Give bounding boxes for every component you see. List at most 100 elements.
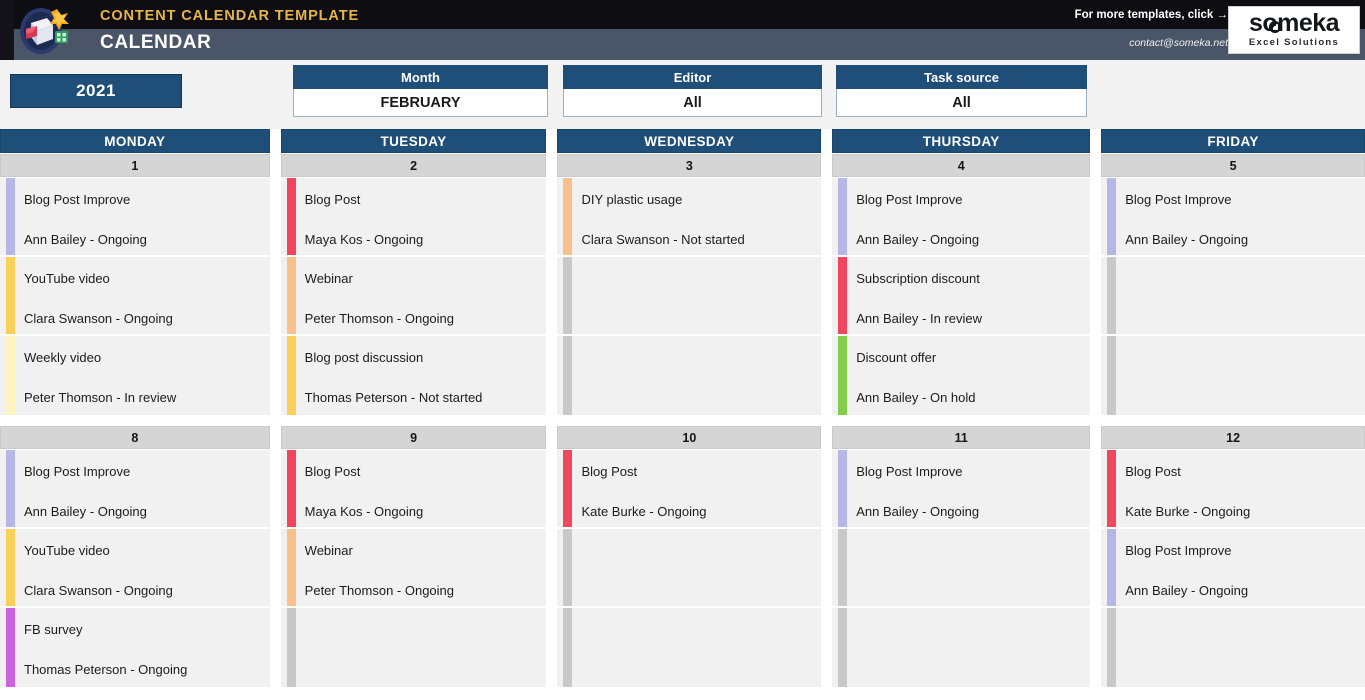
task-slot[interactable]: YouTube video Clara Swanson - Ongoing: [0, 529, 270, 608]
calendar-day-column: 9 Blog Post Maya Kos - Ongoing Webinar Peter…: [280, 425, 547, 687]
day-header-label: WEDNESDAY: [644, 133, 735, 149]
day-number-cell[interactable]: 3: [557, 154, 822, 177]
more-templates-link[interactable]: For more templates, click →: [1075, 9, 1228, 21]
year-selector[interactable]: 2021: [10, 74, 182, 108]
task-owner-status: Kate Burke - Ongoing: [581, 504, 707, 519]
day-task-slots: Blog Post Maya Kos - Ongoing Webinar Peter …: [280, 450, 547, 687]
task-title: FB survey: [24, 622, 83, 637]
task-slot-empty[interactable]: [1101, 257, 1365, 336]
day-number-cell[interactable]: 12: [1101, 426, 1365, 449]
month-filter-dropdown[interactable]: FEBRUARY: [293, 89, 548, 117]
day-number-label: 2: [410, 158, 418, 173]
task-slot[interactable]: YouTube video Clara Swanson - Ongoing: [0, 257, 270, 336]
task-owner-status: Ann Bailey - Ongoing: [24, 504, 147, 519]
day-number-cell[interactable]: 5: [1101, 154, 1365, 177]
day-number-cell[interactable]: 10: [557, 426, 822, 449]
task-slot-empty[interactable]: [832, 529, 1091, 608]
day-header-label: TUESDAY: [380, 133, 447, 149]
task-slot[interactable]: Discount offer Ann Bailey - On hold: [832, 336, 1091, 415]
task-slot-empty[interactable]: [557, 257, 822, 336]
day-task-slots: Blog Post Improve Ann Bailey - Ongoing You…: [0, 178, 270, 415]
someka-logo[interactable]: someka Excel Solutions: [1228, 6, 1360, 54]
task-slot[interactable]: DIY plastic usage Clara Swanson - Not sta…: [557, 178, 822, 257]
task-title: Blog Post: [1125, 464, 1181, 479]
task-color-bar: [563, 178, 573, 255]
task-slot[interactable]: Blog Post Improve Ann Bailey - Ongoing: [1101, 529, 1365, 608]
task-title: Webinar: [304, 543, 353, 558]
task-slot[interactable]: Blog Post Improve Ann Bailey - Ongoing: [1101, 178, 1365, 257]
task-slot-empty[interactable]: [280, 608, 547, 687]
task-slot[interactable]: Blog Post Kate Burke - Ongoing: [1101, 450, 1365, 529]
task-owner-status: Clara Swanson - Not started: [581, 232, 745, 247]
day-number-cell[interactable]: 2: [280, 154, 547, 177]
task-slot[interactable]: Weekly video Peter Thomson - In review: [0, 336, 270, 415]
page-title: CALENDAR: [100, 32, 212, 53]
task-slot[interactable]: Blog Post Maya Kos - Ongoing: [280, 450, 547, 529]
task-slot[interactable]: Subscription discount Ann Bailey - In rev…: [832, 257, 1091, 336]
task-title: Blog post discussion: [304, 350, 424, 365]
task-title: YouTube video: [24, 271, 110, 286]
day-number-label: 11: [954, 430, 968, 445]
month-filter-label-box: Month: [293, 65, 548, 89]
week-separator: [0, 415, 1365, 425]
day-number-label: 10: [682, 430, 697, 445]
day-number-cell[interactable]: 9: [280, 426, 547, 449]
contact-email: contact@someka.net: [1129, 37, 1228, 49]
task-slot[interactable]: Webinar Peter Thomson - Ongoing: [280, 529, 547, 608]
task-title: Blog Post Improve: [856, 464, 963, 479]
day-task-slots: Blog Post Improve Ann Bailey - Ongoing You…: [0, 450, 270, 687]
task-slot-empty[interactable]: [1101, 336, 1365, 415]
task-owner-status: Ann Bailey - In review: [856, 311, 982, 326]
day-number-cell[interactable]: 8: [0, 426, 270, 449]
day-number-cell[interactable]: 1: [0, 154, 270, 177]
task-owner-status: Clara Swanson - Ongoing: [24, 583, 173, 598]
task-title: Blog Post: [304, 464, 361, 479]
day-number-label: 5: [1229, 158, 1237, 173]
task-owner-status: Clara Swanson - Ongoing: [24, 311, 173, 326]
task-slot-empty[interactable]: [557, 529, 822, 608]
task-slot[interactable]: Blog Post Kate Burke - Ongoing: [557, 450, 822, 529]
task-title: Subscription discount: [856, 271, 980, 286]
task-color-bar: [286, 450, 296, 527]
task-title: Discount offer: [856, 350, 937, 365]
task-color-bar: [838, 529, 848, 606]
day-header-thursday: THURSDAY: [832, 129, 1091, 153]
calendar-day-column: FRIDAY 5 Blog Post Improve Ann Bailey - Ong…: [1101, 129, 1365, 415]
calendar-grid: MONDAY 1 Blog Post Improve Ann Bailey - Ong…: [0, 129, 1365, 687]
someka-o-mark-icon: [1269, 21, 1282, 34]
task-color-bar: [1107, 178, 1117, 255]
task-slot[interactable]: Blog Post Maya Kos - Ongoing: [280, 178, 547, 257]
task-title: Blog Post: [304, 192, 361, 207]
template-label: CONTENT CALENDAR TEMPLATE: [100, 8, 360, 24]
task-color-bar: [1107, 529, 1117, 606]
task-slot-empty[interactable]: [557, 608, 822, 687]
task-slot[interactable]: Blog Post Improve Ann Bailey - Ongoing: [0, 450, 270, 529]
month-filter-label: Month: [401, 69, 440, 85]
task-color-bar: [563, 608, 573, 687]
task-slot[interactable]: FB survey Thomas Peterson - Ongoing: [0, 608, 270, 687]
task-color-bar: [286, 608, 296, 687]
editor-filter-dropdown[interactable]: All: [563, 89, 822, 117]
header-left-strip: [0, 0, 14, 60]
calendar-day-column: THURSDAY 4 Blog Post Improve Ann Bailey - O…: [832, 129, 1091, 415]
calendar-day-column: 12 Blog Post Kate Burke - Ongoing Blog Post…: [1101, 425, 1365, 687]
task-title: Weekly video: [24, 350, 102, 365]
task-slot[interactable]: Webinar Peter Thomson - Ongoing: [280, 257, 547, 336]
task-color-bar: [6, 178, 15, 255]
day-header-friday: FRIDAY: [1101, 129, 1365, 153]
task-slot-empty[interactable]: [832, 608, 1091, 687]
task-slot-empty[interactable]: [1101, 608, 1365, 687]
day-number-cell[interactable]: 11: [832, 426, 1091, 449]
task-slot-empty[interactable]: [557, 336, 822, 415]
task-slot[interactable]: Blog Post Improve Ann Bailey - Ongoing: [832, 450, 1091, 529]
month-filter: Month FEBRUARY: [293, 65, 548, 117]
task-source-filter-dropdown[interactable]: All: [836, 89, 1087, 117]
task-slot[interactable]: Blog Post Improve Ann Bailey - Ongoing: [0, 178, 270, 257]
day-number-cell[interactable]: 4: [832, 154, 1091, 177]
task-slot[interactable]: Blog post discussion Thomas Peterson - No…: [280, 336, 547, 415]
task-owner-status: Kate Burke - Ongoing: [1125, 504, 1251, 519]
task-slot[interactable]: Blog Post Improve Ann Bailey - Ongoing: [832, 178, 1091, 257]
task-owner-status: Ann Bailey - Ongoing: [856, 504, 980, 519]
task-color-bar: [286, 178, 296, 255]
calendar-day-column: MONDAY 1 Blog Post Improve Ann Bailey - Ong…: [0, 129, 270, 415]
